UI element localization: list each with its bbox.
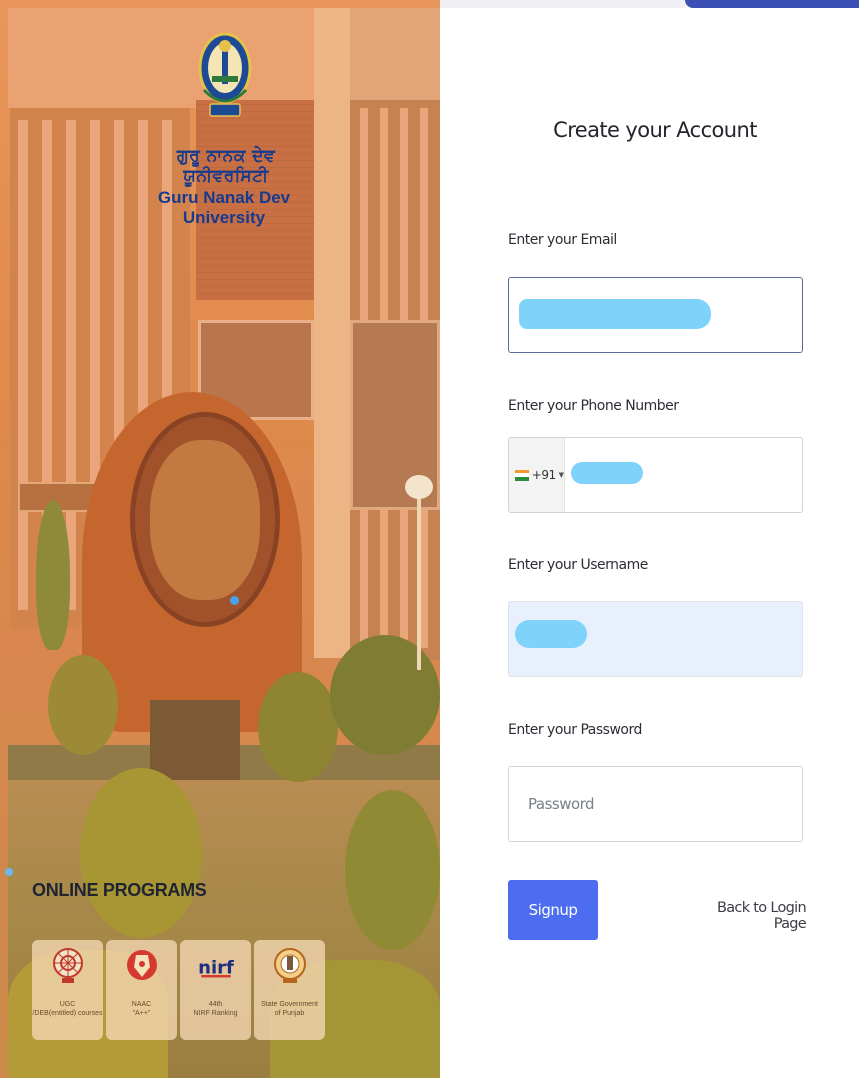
university-crest-icon bbox=[196, 30, 254, 134]
decorative-dot bbox=[5, 868, 13, 876]
email-label: Enter your Email bbox=[508, 232, 617, 248]
india-flag-icon bbox=[515, 469, 529, 481]
nirf-badge-label: 44th NIRF Ranking bbox=[193, 1001, 238, 1017]
page-title: Create your Account bbox=[553, 118, 757, 142]
building-pillar bbox=[314, 8, 350, 658]
naac-badge: NAAC "A++" bbox=[106, 940, 177, 1040]
window-top-strip bbox=[440, 0, 685, 8]
shrub bbox=[345, 790, 440, 950]
signup-button[interactable]: Signup bbox=[508, 880, 598, 940]
lamp-globe bbox=[405, 475, 433, 499]
naac-badge-label: NAAC "A++" bbox=[131, 1001, 152, 1017]
phone-country-code: +91 bbox=[531, 468, 556, 482]
campus-hero-panel: ਗੁਰੂ ਨਾਨਕ ਦੇਵ ਯੂਨੀਵਰਸਿਟੀ Guru Nanak Dev … bbox=[0, 0, 440, 1078]
palm-shrub bbox=[330, 635, 440, 755]
naac-emblem-icon bbox=[124, 946, 160, 986]
memorial-relief-figure bbox=[150, 440, 260, 600]
ugc-emblem-icon bbox=[50, 946, 86, 986]
username-field[interactable] bbox=[508, 601, 803, 677]
password-input[interactable] bbox=[510, 768, 801, 840]
university-name-english: Guru Nanak Dev University bbox=[157, 188, 291, 227]
shrub bbox=[258, 672, 338, 782]
corner-accent bbox=[685, 0, 859, 8]
email-field[interactable] bbox=[508, 277, 803, 353]
university-name-punjabi: ਗੁਰੂ ਨਾਨਕ ਦੇਵ ਯੂਨੀਵਰਸਿਟੀ bbox=[176, 146, 276, 186]
shrub bbox=[80, 768, 202, 938]
ugc-badge: UGC /DEB(entitled) courses bbox=[32, 940, 103, 1040]
cypress-tree bbox=[36, 500, 70, 650]
building-right-upper bbox=[350, 8, 440, 108]
redacted-email-value bbox=[519, 299, 711, 329]
punjab-govt-badge-label: State Government of Punjab bbox=[261, 1001, 318, 1017]
password-label: Enter your Password bbox=[508, 722, 642, 738]
phone-field[interactable]: +91 ▼ bbox=[508, 437, 803, 513]
back-to-login-link[interactable]: Back to Login Page bbox=[690, 900, 807, 932]
username-label: Enter your Username bbox=[508, 557, 648, 573]
chevron-down-icon: ▼ bbox=[558, 471, 564, 479]
phone-label: Enter your Phone Number bbox=[508, 398, 679, 414]
punjab-govt-badge: State Government of Punjab bbox=[254, 940, 325, 1040]
punjab-govt-emblem-icon bbox=[272, 946, 308, 986]
lamp-post bbox=[417, 490, 421, 670]
ugc-badge-label: UGC /DEB(entitled) courses bbox=[32, 1001, 103, 1017]
shrub bbox=[48, 655, 118, 755]
nirf-badge: nirf 44th NIRF Ranking bbox=[180, 940, 251, 1040]
password-field-container bbox=[508, 766, 803, 842]
country-code-selector[interactable]: +91 ▼ bbox=[509, 438, 565, 512]
accreditation-badges: UGC /DEB(entitled) courses NAAC "A++" ni… bbox=[32, 940, 325, 1040]
online-programs-heading: ONLINE PROGRAMS bbox=[32, 880, 207, 900]
redacted-phone-value bbox=[571, 462, 643, 484]
decorative-dot bbox=[230, 596, 239, 605]
redacted-username-value bbox=[515, 620, 587, 648]
nirf-logo-icon: nirf bbox=[198, 946, 234, 986]
